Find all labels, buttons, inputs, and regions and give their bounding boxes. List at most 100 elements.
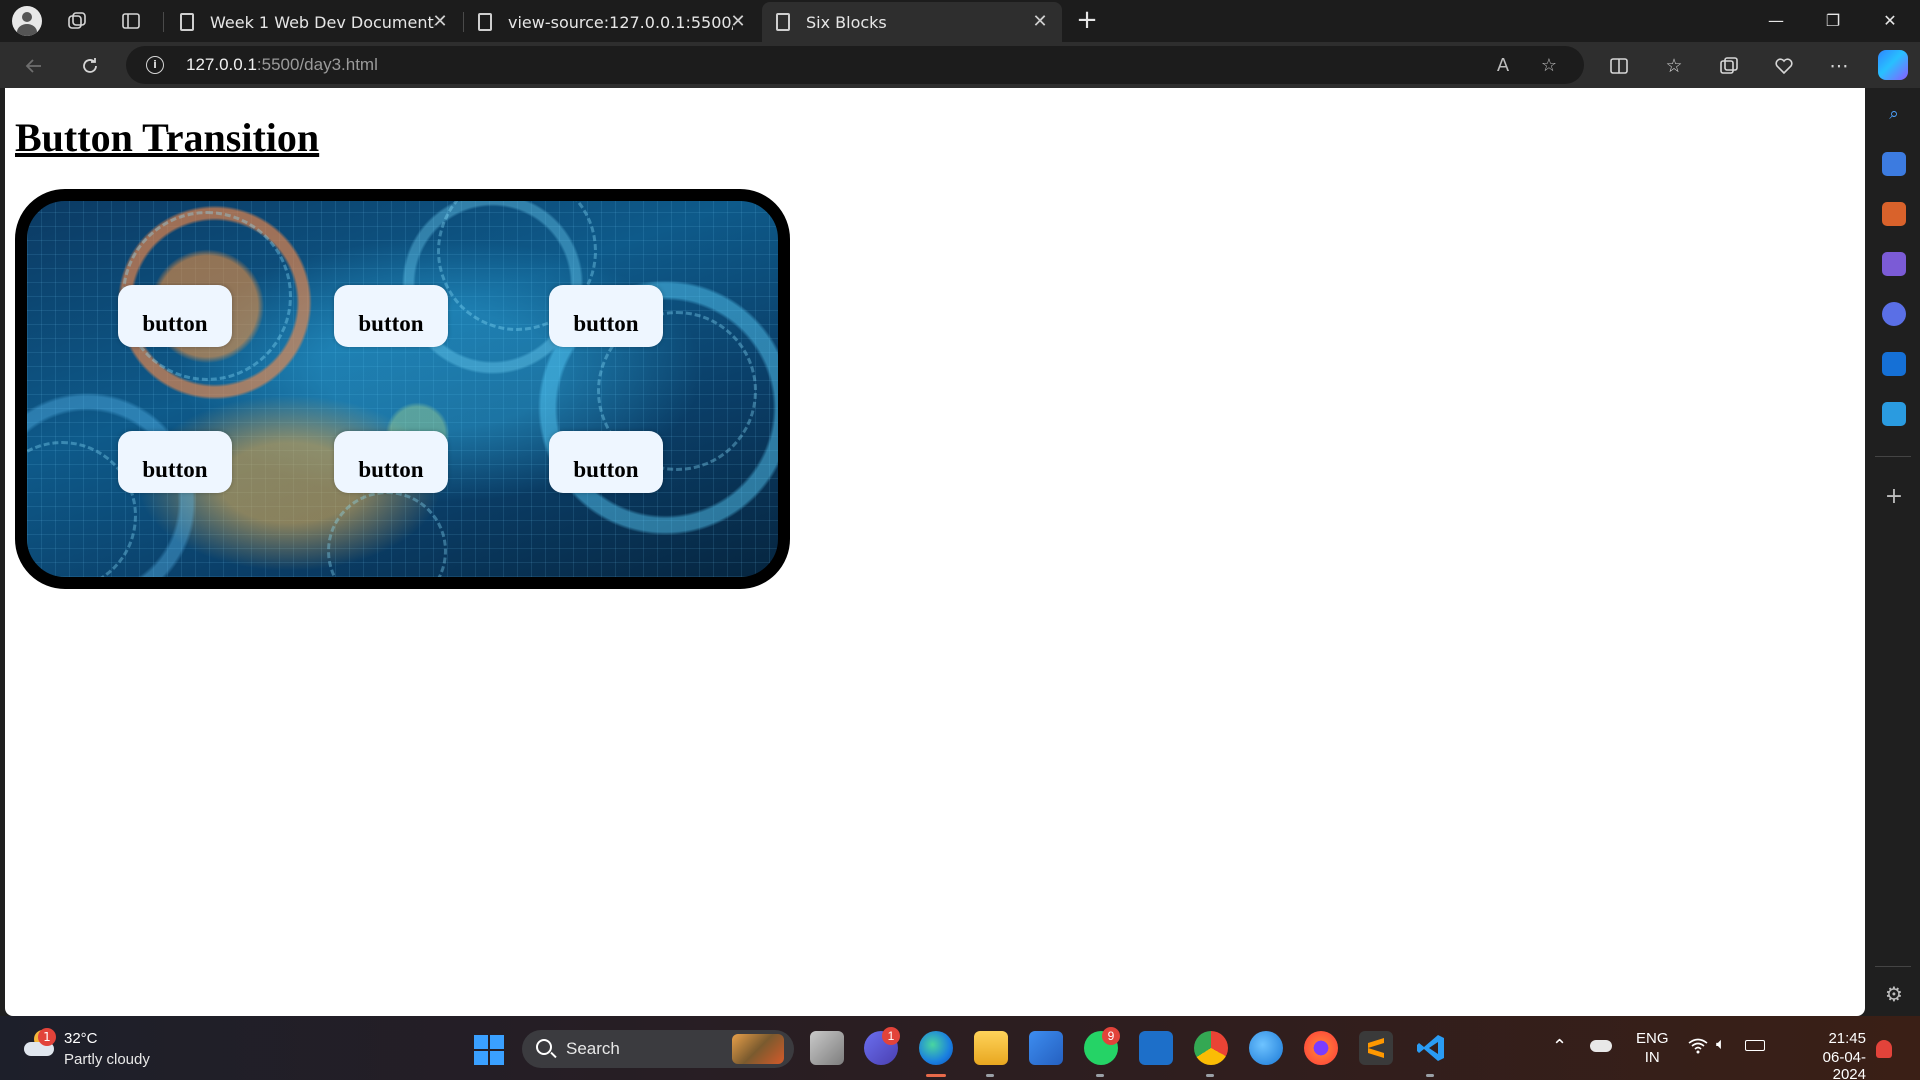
minimize-button[interactable]: — bbox=[1748, 0, 1804, 40]
arrow-left-icon bbox=[25, 59, 41, 73]
refresh-button[interactable] bbox=[74, 50, 106, 82]
notification-bell-icon[interactable] bbox=[1876, 1040, 1892, 1058]
new-tab-button[interactable]: + bbox=[1072, 6, 1102, 36]
maximize-button[interactable]: ❐ bbox=[1805, 0, 1861, 40]
edge-browser-icon[interactable] bbox=[919, 1031, 953, 1065]
refresh-icon bbox=[83, 58, 97, 73]
more-dots-icon: ⋯ bbox=[1829, 55, 1849, 77]
battery-icon[interactable] bbox=[1745, 1040, 1765, 1051]
favorite-star-icon[interactable]: ☆ bbox=[1538, 55, 1560, 77]
heart-pulse-icon bbox=[1775, 58, 1793, 75]
sidebar-shopping-tag-icon[interactable] bbox=[1882, 152, 1906, 176]
url-host: 127.0.0.1 bbox=[186, 55, 257, 74]
profile-button[interactable] bbox=[12, 6, 42, 36]
workspaces-icon bbox=[68, 12, 86, 29]
file-explorer-icon[interactable] bbox=[974, 1031, 1008, 1065]
collections-icon bbox=[1720, 57, 1738, 74]
weather-alert-badge: 1 bbox=[38, 1028, 56, 1046]
tab-week1-docs[interactable]: Week 1 Web Dev Documentation ✕ bbox=[166, 2, 462, 42]
transition-button-4[interactable]: button bbox=[118, 431, 232, 493]
six-blocks-frame: button button button button button butto… bbox=[15, 189, 790, 589]
onedrive-cloud-icon[interactable] bbox=[1590, 1040, 1612, 1052]
sidebar-games-icon[interactable] bbox=[1882, 252, 1906, 276]
windows-logo-icon bbox=[474, 1051, 488, 1065]
address-bar[interactable]: i 127.0.0.1:5500/day3.html A ☆ bbox=[126, 46, 1584, 84]
workspaces-button[interactable] bbox=[62, 6, 92, 36]
running-app-indicator bbox=[1096, 1074, 1104, 1077]
taskbar-search[interactable]: Search bbox=[522, 1030, 794, 1068]
page-viewport: Button Transition button button button b… bbox=[5, 88, 1865, 1016]
running-app-indicator bbox=[986, 1074, 994, 1077]
running-app-indicator bbox=[1426, 1074, 1434, 1077]
transition-button-5[interactable]: button bbox=[334, 431, 448, 493]
sidebar-divider bbox=[1875, 966, 1911, 967]
wifi-icon[interactable] bbox=[1688, 1038, 1708, 1059]
windows-logo-icon bbox=[490, 1035, 504, 1049]
page-icon bbox=[180, 13, 194, 31]
vscode-icon[interactable] bbox=[1414, 1031, 1448, 1065]
wifi-signal-icon bbox=[1688, 1038, 1708, 1054]
myhp-icon[interactable] bbox=[1139, 1031, 1173, 1065]
navigation-bar: i 127.0.0.1:5500/day3.html A ☆ ☆ ⋯ bbox=[0, 42, 1920, 88]
tab-view-source[interactable]: view-source:127.0.0.1:5500/modules ✕ bbox=[464, 2, 760, 42]
read-aloud-icon[interactable]: A bbox=[1492, 55, 1514, 77]
favorites-button[interactable]: ☆ bbox=[1657, 50, 1691, 82]
microsoft-store-icon[interactable] bbox=[1029, 1031, 1063, 1065]
tab-strip: Week 1 Web Dev Documentation ✕ view-sour… bbox=[0, 0, 1920, 42]
transition-button-2[interactable]: button bbox=[334, 285, 448, 347]
sidebar-tools-briefcase-icon[interactable] bbox=[1882, 202, 1906, 226]
search-highlight-image bbox=[732, 1034, 784, 1064]
tab-label: view-source:127.0.0.1:5500/modules bbox=[508, 12, 733, 32]
split-screen-icon bbox=[1610, 58, 1628, 74]
sidebar-search-icon[interactable]: ⌕ bbox=[1882, 102, 1906, 126]
tab-close-icon[interactable]: ✕ bbox=[1030, 12, 1050, 32]
favorites-icon: ☆ bbox=[1665, 55, 1683, 77]
chrome-icon[interactable] bbox=[1194, 1031, 1228, 1065]
language-code: ENG bbox=[1636, 1030, 1669, 1047]
region-code: IN bbox=[1644, 1049, 1660, 1066]
sidebar-copilot-365-icon[interactable] bbox=[1882, 302, 1906, 326]
tab-close-icon[interactable]: ✕ bbox=[728, 12, 748, 32]
windows-logo-icon bbox=[490, 1051, 504, 1065]
address-url[interactable]: 127.0.0.1:5500/day3.html bbox=[186, 55, 378, 75]
sidebar-drop-icon[interactable] bbox=[1882, 402, 1906, 426]
profile-avatar-icon bbox=[12, 6, 42, 36]
transition-button-3[interactable]: button bbox=[549, 285, 663, 347]
page-icon bbox=[776, 13, 790, 31]
sidebar-outlook-icon[interactable] bbox=[1882, 352, 1906, 376]
back-button[interactable] bbox=[18, 50, 50, 82]
system-clock[interactable]: 21:45 06-04-2024 bbox=[1790, 1030, 1866, 1080]
close-window-button[interactable]: ✕ bbox=[1862, 0, 1918, 40]
firefox-icon[interactable] bbox=[1304, 1031, 1338, 1065]
sidebar-add-icon[interactable]: + bbox=[1882, 484, 1906, 509]
tab-label: Six Blocks bbox=[806, 12, 887, 32]
site-info-icon[interactable]: i bbox=[146, 56, 164, 74]
transition-button-1[interactable]: button bbox=[118, 285, 232, 347]
task-view-icon[interactable] bbox=[810, 1031, 844, 1065]
sublime-text-icon[interactable] bbox=[1359, 1031, 1393, 1065]
sidebar-settings-gear-icon[interactable]: ⚙ bbox=[1882, 982, 1906, 1006]
settings-more-button[interactable]: ⋯ bbox=[1822, 50, 1856, 82]
tab-actions-button[interactable] bbox=[116, 6, 146, 36]
tab-six-blocks[interactable]: Six Blocks ✕ bbox=[762, 2, 1062, 42]
weather-description[interactable]: Partly cloudy bbox=[64, 1051, 150, 1068]
search-icon bbox=[536, 1039, 552, 1055]
start-button[interactable] bbox=[474, 1035, 504, 1065]
tab-close-icon[interactable]: ✕ bbox=[430, 12, 450, 32]
vscode-logo-icon bbox=[1417, 1035, 1444, 1061]
page-title: Button Transition bbox=[15, 115, 320, 160]
volume-speaker-icon[interactable]: 🔈︎ bbox=[1716, 1036, 1726, 1054]
whatsapp-badge: 9 bbox=[1102, 1027, 1120, 1045]
transition-button-6[interactable]: button bbox=[549, 431, 663, 493]
windows-taskbar: 1 32°C Partly cloudy Search 1 9 ⌃ ENG IN… bbox=[0, 1016, 1920, 1080]
language-indicator[interactable]: ENG IN bbox=[1636, 1030, 1669, 1066]
browser-essentials-button[interactable] bbox=[1767, 50, 1801, 82]
weather-temperature[interactable]: 32°C bbox=[64, 1030, 98, 1047]
split-screen-button[interactable] bbox=[1602, 50, 1636, 82]
tab-label: Week 1 Web Dev Documentation bbox=[210, 12, 435, 32]
collections-button[interactable] bbox=[1712, 50, 1746, 82]
copilot-icon[interactable] bbox=[1878, 50, 1908, 80]
show-hidden-icons-chevron-icon[interactable]: ⌃ bbox=[1552, 1036, 1567, 1057]
edge-sidebar: ⌕ + ⚙ bbox=[1866, 88, 1920, 1016]
get-help-icon[interactable] bbox=[1249, 1031, 1283, 1065]
